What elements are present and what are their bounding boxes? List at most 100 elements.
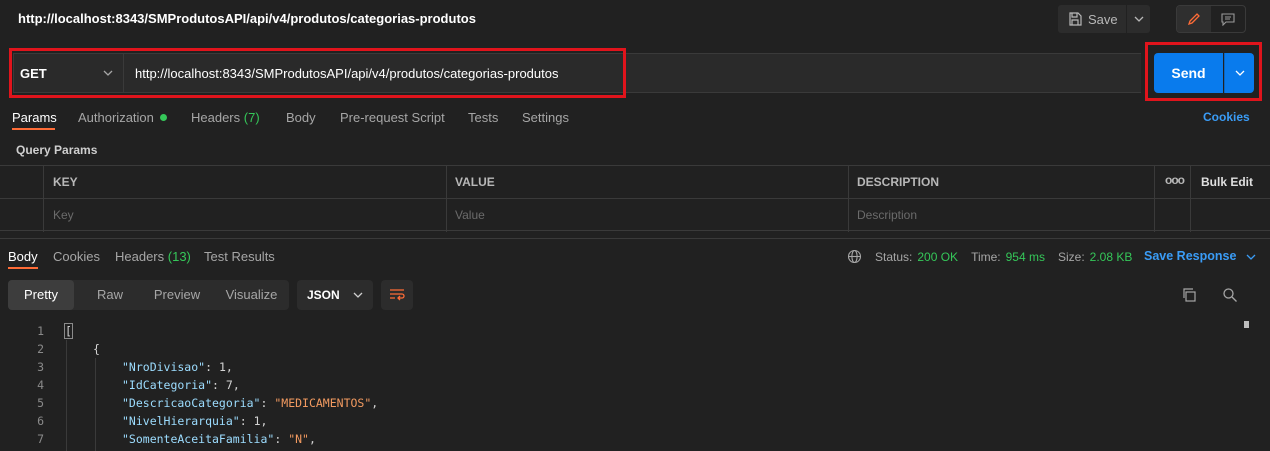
format-select[interactable]: JSON: [297, 280, 373, 310]
size-label: Size:: [1057, 249, 1085, 264]
column-divider: [848, 166, 849, 232]
table-row: Key Value Description: [0, 199, 1270, 232]
view-raw-button[interactable]: Raw: [80, 280, 140, 310]
status-dot-icon: [159, 114, 167, 121]
code-bracket: [: [64, 323, 73, 339]
column-divider: [1154, 166, 1155, 232]
chevron-down-icon: [1134, 16, 1143, 22]
tab-authorization-label: Authorization: [78, 110, 154, 125]
response-tab-headers-label: Headers: [115, 249, 165, 264]
response-status-bar: Status: 200 OK Time: 954 ms Size: 2.08 K…: [847, 249, 1132, 264]
line-number: 6: [37, 414, 44, 428]
tab-params[interactable]: Params: [12, 110, 57, 125]
code-line[interactable]: [: [64, 323, 73, 339]
comments-button[interactable]: [1211, 6, 1245, 32]
line-number: 7: [37, 432, 44, 446]
send-highlight-box: [1145, 42, 1262, 101]
active-tab-underline: [12, 128, 55, 130]
save-options-button[interactable]: [1127, 5, 1150, 33]
pencil-icon: [1187, 13, 1200, 26]
line-number: 3: [37, 360, 44, 374]
code-line[interactable]: "DescricaoCategoria": "MEDICAMENTOS",: [122, 396, 378, 410]
time-label: Time:: [971, 249, 1001, 264]
params-table: KEY VALUE DESCRIPTION ooo Bulk Edit Key …: [0, 165, 1270, 232]
line-number: 2: [37, 342, 44, 356]
size-value[interactable]: 2.08 KB: [1090, 250, 1133, 264]
wrap-lines-button[interactable]: [381, 280, 413, 310]
json-key: "NroDivisao": [122, 360, 206, 374]
edit-mode-button[interactable]: [1177, 6, 1211, 32]
json-value: 1: [253, 414, 261, 428]
request-highlight-box: [9, 48, 626, 98]
json-key: "SomenteAceitaFamilia": [122, 432, 275, 446]
code-line[interactable]: "IdCategoria": 7,: [122, 378, 240, 392]
bulk-edit-button[interactable]: Bulk Edit: [1201, 175, 1253, 189]
format-value: JSON: [307, 288, 340, 302]
tab-headers[interactable]: Headers (7): [191, 110, 260, 125]
more-options-icon[interactable]: ooo: [1165, 173, 1185, 187]
column-description: DESCRIPTION: [857, 175, 940, 189]
copy-icon[interactable]: [1181, 287, 1197, 306]
key-input[interactable]: Key: [53, 208, 74, 222]
json-value: "N": [288, 432, 309, 446]
scrollbar-thumb[interactable]: [1244, 321, 1249, 328]
column-key: KEY: [53, 175, 78, 189]
tab-settings[interactable]: Settings: [522, 110, 569, 125]
code-line[interactable]: "SomenteAceitaFamilia": "N",: [122, 432, 316, 446]
view-preview-button[interactable]: Preview: [140, 280, 214, 310]
json-key: "NivelHierarquia": [122, 414, 240, 428]
code-line[interactable]: "NroDivisao": 1,: [122, 360, 233, 374]
indent-guide: [66, 340, 67, 451]
value-input[interactable]: Value: [455, 208, 485, 222]
indent-guide: [95, 358, 96, 451]
search-icon[interactable]: [1222, 287, 1238, 306]
line-number: 5: [37, 396, 44, 410]
params-header-row: KEY VALUE DESCRIPTION ooo Bulk Edit: [0, 166, 1270, 199]
tab-pre-request-script[interactable]: Pre-request Script: [340, 110, 445, 125]
active-tab-underline: [8, 267, 38, 269]
tab-headers-label: Headers: [191, 110, 241, 125]
request-title[interactable]: http://localhost:8343/SMProdutosAPI/api/…: [18, 11, 476, 26]
code-line[interactable]: {: [93, 342, 100, 356]
json-value: 7: [225, 378, 233, 392]
response-tab-headers[interactable]: Headers (13): [115, 249, 191, 264]
view-mode-toggle: [1176, 5, 1246, 33]
json-value: 1: [218, 360, 226, 374]
response-tab-body[interactable]: Body: [8, 249, 38, 264]
query-params-title: Query Params: [16, 143, 98, 157]
column-divider: [1190, 166, 1191, 232]
save-label: Save: [1088, 11, 1118, 27]
save-icon: [1069, 12, 1082, 26]
json-value: "MEDICAMENTOS": [274, 396, 372, 410]
cookies-link[interactable]: Cookies: [1203, 110, 1250, 124]
comment-icon: [1221, 12, 1235, 26]
description-input[interactable]: Description: [857, 208, 917, 222]
view-mode-group: Pretty Raw Preview Visualize: [8, 280, 289, 310]
response-tab-cookies[interactable]: Cookies: [53, 249, 100, 264]
tab-tests[interactable]: Tests: [468, 110, 498, 125]
chevron-down-icon: [1246, 254, 1256, 260]
code-line[interactable]: "NivelHierarquia": 1,: [122, 414, 267, 428]
wrap-lines-icon: [390, 289, 405, 301]
tab-body[interactable]: Body: [286, 110, 316, 125]
status-label: Status:: [875, 249, 913, 264]
time-value[interactable]: 954 ms: [1006, 250, 1045, 264]
json-key: "DescricaoCategoria": [122, 396, 261, 410]
line-number: 4: [37, 378, 44, 392]
status-value[interactable]: 200 OK: [917, 250, 958, 264]
json-key: "IdCategoria": [122, 378, 213, 392]
response-tab-test-results[interactable]: Test Results: [204, 249, 275, 264]
response-headers-count: (13): [167, 249, 191, 264]
response-divider: [0, 238, 1270, 239]
globe-icon[interactable]: [847, 249, 862, 264]
tab-authorization[interactable]: Authorization: [78, 110, 167, 125]
save-button[interactable]: Save: [1058, 5, 1126, 33]
column-divider: [446, 166, 447, 232]
save-response-button[interactable]: Save Response: [1144, 249, 1256, 263]
view-visualize-button[interactable]: Visualize: [214, 280, 289, 310]
save-response-label: Save Response: [1144, 249, 1237, 263]
column-value: VALUE: [455, 175, 495, 189]
view-pretty-button[interactable]: Pretty: [8, 280, 74, 310]
code-brace: {: [93, 342, 100, 356]
column-divider: [43, 166, 44, 232]
